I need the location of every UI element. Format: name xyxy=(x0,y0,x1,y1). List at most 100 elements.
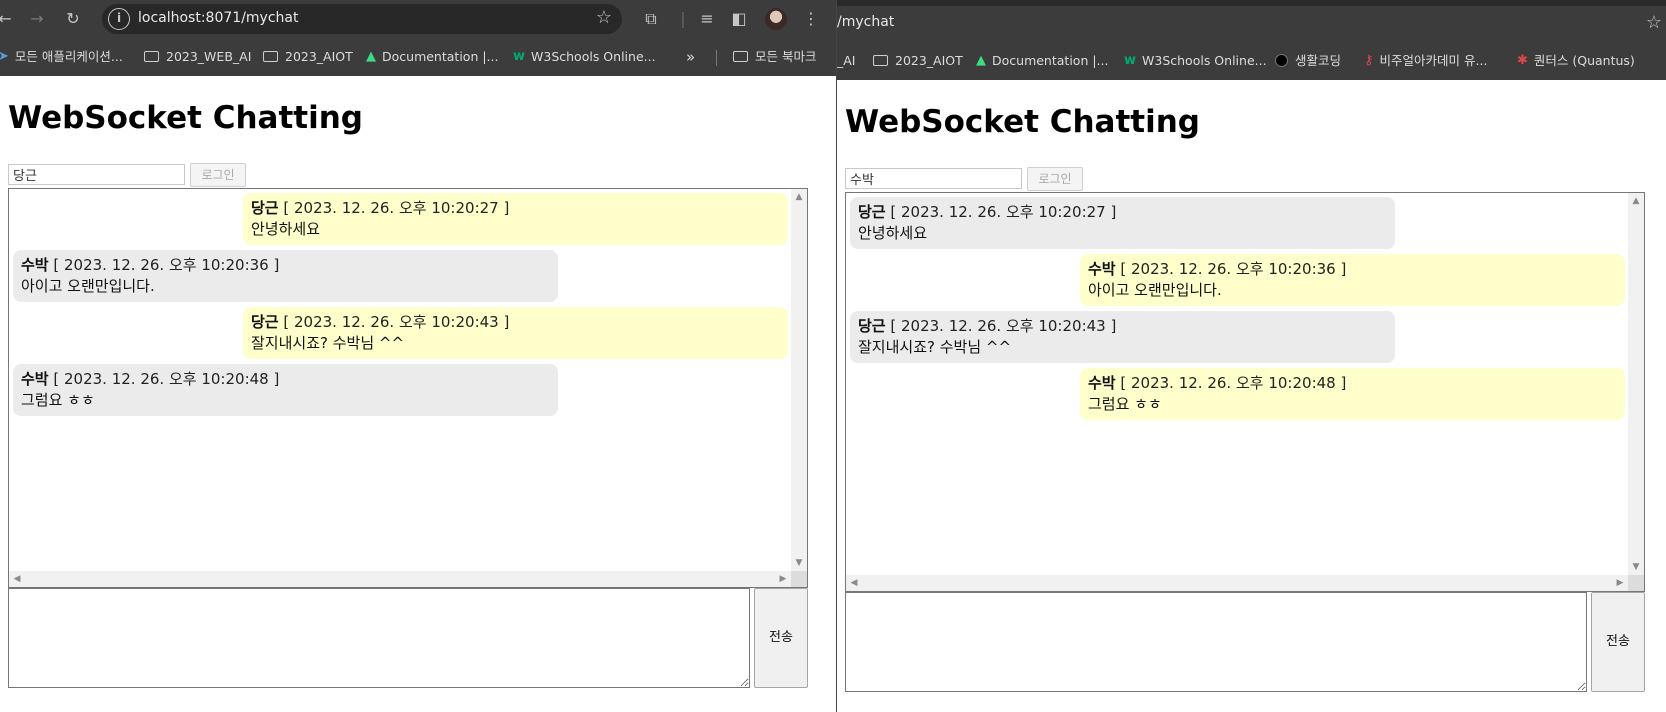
message-timestamp: [ 2023. 12. 26. 오후 10:20:36 ] xyxy=(53,256,280,274)
login-button[interactable]: 로그인 xyxy=(190,163,246,187)
message-list: 당근 [ 2023. 12. 26. 오후 10:20:27 ] 안녕하세요 수… xyxy=(848,195,1627,574)
bookmark-documentation[interactable]: ▲ Documentation |... xyxy=(976,50,1108,72)
username-input[interactable] xyxy=(8,164,185,185)
scroll-left-icon[interactable]: ◀ xyxy=(846,577,862,589)
scroll-corner xyxy=(1628,575,1644,591)
bookmarks-overflow-chevron-icon[interactable]: » xyxy=(686,46,695,68)
address-url[interactable]: localhost:8071/mychat xyxy=(138,10,298,26)
page-title: WebSocket Chatting xyxy=(845,104,1200,140)
bookmark-w3schools[interactable]: w W3Schools Online... xyxy=(1124,50,1267,72)
message-item: 당근 [ 2023. 12. 26. 오후 10:20:43 ] 잘지내시죠? … xyxy=(243,307,788,359)
address-bar[interactable]: /mychat ☆ xyxy=(837,6,1666,40)
scroll-down-icon[interactable]: ▼ xyxy=(1628,561,1644,573)
message-sender: 당근 xyxy=(251,313,279,331)
bookmark-star-icon[interactable]: ☆ xyxy=(1646,12,1662,33)
forward-icon[interactable]: → xyxy=(26,8,48,30)
folder-icon xyxy=(733,51,748,62)
message-timestamp: [ 2023. 12. 26. 오후 10:20:43 ] xyxy=(283,313,510,331)
bookmark-quantus[interactable]: ✱ 퀀터스 (Quantus) xyxy=(1517,50,1635,72)
send-button[interactable]: 전송 xyxy=(754,588,808,688)
horizontal-scrollbar[interactable]: ◀ ▶ xyxy=(846,575,1628,591)
profile-avatar[interactable] xyxy=(765,8,787,30)
bookmarks-bar: ➤ 모든 애플리케이션... 2023_WEB_AI 2023_AIOT ▲ Doc… xyxy=(0,38,836,76)
side-panel-icon[interactable]: ◧ xyxy=(728,8,750,30)
message-timestamp: [ 2023. 12. 26. 오후 10:20:43 ] xyxy=(890,317,1117,335)
message-item: 수박 [ 2023. 12. 26. 오후 10:20:48 ] 그럼요 ㅎㅎ xyxy=(13,364,558,416)
message-sender: 수박 xyxy=(21,370,49,388)
bookmark-folder-web-ai[interactable]: 2023_WEB_AI xyxy=(144,46,251,68)
reload-icon[interactable]: ↻ xyxy=(62,8,84,30)
message-textarea[interactable] xyxy=(845,592,1587,692)
chat-page: WebSocket Chatting 로그인 당근 [ 2023. 12. 26… xyxy=(0,76,836,712)
username-input[interactable] xyxy=(845,168,1022,189)
bookmark-w3schools[interactable]: w W3Schools Online... xyxy=(513,46,656,68)
chat-log[interactable]: 당근 [ 2023. 12. 26. 오후 10:20:27 ] 안녕하세요 수… xyxy=(845,192,1645,592)
w3schools-icon: w xyxy=(1124,53,1137,68)
message-item: 수박 [ 2023. 12. 26. 오후 10:20:48 ] 그럼요 ㅎㅎ xyxy=(1080,368,1625,420)
horizontal-scrollbar[interactable]: ◀ ▶ xyxy=(9,571,791,587)
message-text: 잘지내시죠? 수박님 ^^ xyxy=(858,338,1012,356)
message-timestamp: [ 2023. 12. 26. 오후 10:20:36 ] xyxy=(1120,260,1347,278)
bookmark-folder-aiot[interactable]: 2023_AIOT xyxy=(263,46,353,68)
android-icon: ▲ xyxy=(976,53,986,68)
site-info-icon[interactable]: i xyxy=(108,8,130,30)
message-list: 당근 [ 2023. 12. 26. 오후 10:20:27 ] 안녕하세요 수… xyxy=(11,191,790,570)
bookmark-divider xyxy=(716,50,717,66)
message-text: 그럼요 ㅎㅎ xyxy=(21,391,95,409)
all-bookmarks-button[interactable]: 모든 북마크 xyxy=(733,46,816,68)
chat-log[interactable]: 당근 [ 2023. 12. 26. 오후 10:20:27 ] 안녕하세요 수… xyxy=(8,188,808,588)
bookmark-star-icon[interactable]: ☆ xyxy=(596,7,612,28)
address-url[interactable]: /mychat xyxy=(837,14,894,30)
left-browser-window: ← → ↻ i localhost:8071/mychat ☆ ⧉ | ≡ ◧ … xyxy=(0,0,836,712)
back-icon[interactable]: ← xyxy=(0,8,16,30)
message-text: 안녕하세요 xyxy=(251,220,321,238)
scroll-up-icon[interactable]: ▲ xyxy=(791,191,807,203)
message-item: 수박 [ 2023. 12. 26. 오후 10:20:36 ] 아이고 오랜만… xyxy=(13,250,558,302)
extensions-icon[interactable]: ⧉ xyxy=(640,8,662,30)
message-sender: 수박 xyxy=(1088,374,1116,392)
bookmark-apps[interactable]: ➤ 모든 애플리케이션... xyxy=(0,46,123,68)
chat-page: WebSocket Chatting 로그인 당근 [ 2023. 12. 26… xyxy=(837,80,1666,712)
vertical-scrollbar[interactable]: ▲ ▼ xyxy=(791,189,807,571)
scroll-down-icon[interactable]: ▼ xyxy=(791,557,807,569)
message-text: 그럼요 ㅎㅎ xyxy=(1088,395,1162,413)
right-browser-window: /mychat ☆ _AI 2023_AIOT ▲ Documentation |… xyxy=(836,0,1666,712)
app-icon: ➤ xyxy=(0,49,9,64)
message-timestamp: [ 2023. 12. 26. 오후 10:20:48 ] xyxy=(53,370,280,388)
browser-chrome: ← → ↻ i localhost:8071/mychat ☆ ⧉ | ≡ ◧ … xyxy=(0,0,836,76)
key-icon: ⚷ xyxy=(1364,53,1374,68)
message-sender: 당근 xyxy=(251,199,279,217)
address-bar[interactable]: i localhost:8071/mychat ☆ xyxy=(102,4,622,34)
message-item: 당근 [ 2023. 12. 26. 오후 10:20:27 ] 안녕하세요 xyxy=(850,197,1395,249)
scroll-right-icon[interactable]: ▶ xyxy=(775,573,791,585)
bookmark-saenghwal-coding[interactable]: 생활코딩 xyxy=(1275,50,1341,72)
message-textarea[interactable] xyxy=(8,588,750,688)
media-control-icon[interactable]: ≡ xyxy=(696,8,718,30)
bookmark-web-ai[interactable]: _AI xyxy=(837,50,856,72)
message-item: 당근 [ 2023. 12. 26. 오후 10:20:43 ] 잘지내시죠? … xyxy=(850,311,1395,363)
quantus-icon: ✱ xyxy=(1517,53,1528,68)
message-sender: 당근 xyxy=(858,203,886,221)
bookmark-visual-academy[interactable]: ⚷ 비주얼아카데미 유... xyxy=(1364,50,1487,72)
scroll-right-icon[interactable]: ▶ xyxy=(1612,577,1628,589)
message-text: 잘지내시죠? 수박님 ^^ xyxy=(251,334,405,352)
browser-chrome: /mychat ☆ _AI 2023_AIOT ▲ Documentation |… xyxy=(837,0,1666,80)
message-text: 아이고 오랜만입니다. xyxy=(1088,281,1222,299)
message-item: 수박 [ 2023. 12. 26. 오후 10:20:36 ] 아이고 오랜만… xyxy=(1080,254,1625,306)
send-button[interactable]: 전송 xyxy=(1591,592,1645,692)
folder-icon xyxy=(873,55,888,66)
vertical-scrollbar[interactable]: ▲ ▼ xyxy=(1628,193,1644,575)
android-icon: ▲ xyxy=(366,49,376,64)
bookmark-documentation[interactable]: ▲ Documentation |... xyxy=(366,46,498,68)
message-sender: 수박 xyxy=(1088,260,1116,278)
page-title: WebSocket Chatting xyxy=(8,100,363,136)
toolbar-divider: | xyxy=(680,9,686,28)
bookmark-folder-aiot[interactable]: 2023_AIOT xyxy=(873,50,963,72)
message-timestamp: [ 2023. 12. 26. 오후 10:20:48 ] xyxy=(1120,374,1347,392)
menu-kebab-icon[interactable]: ⋮ xyxy=(800,8,822,30)
bookmarks-bar: _AI 2023_AIOT ▲ Documentation |... w W3Sch… xyxy=(837,42,1666,80)
message-text: 안녕하세요 xyxy=(858,224,928,242)
login-button[interactable]: 로그인 xyxy=(1027,167,1083,191)
scroll-left-icon[interactable]: ◀ xyxy=(9,573,25,585)
scroll-up-icon[interactable]: ▲ xyxy=(1628,195,1644,207)
